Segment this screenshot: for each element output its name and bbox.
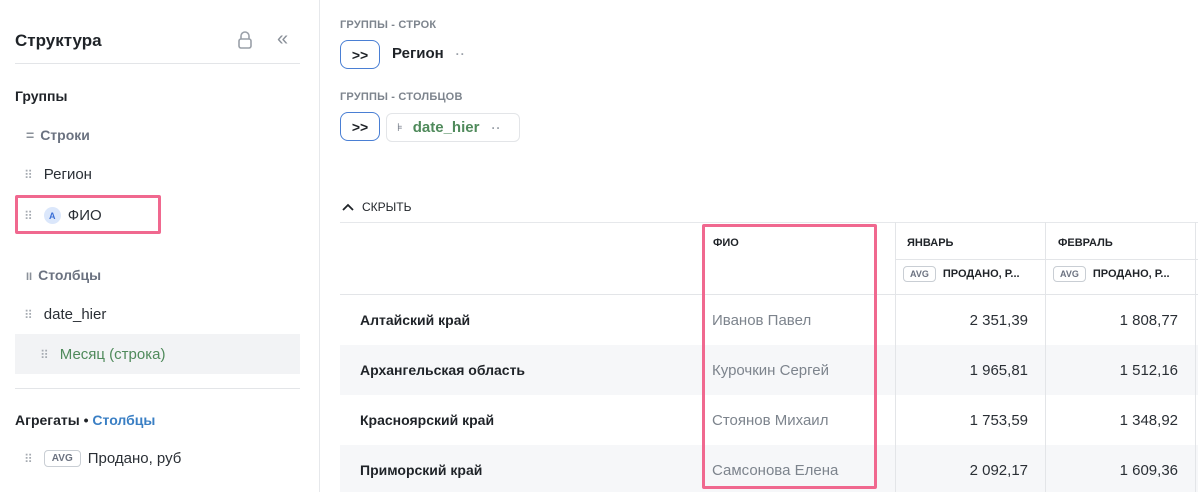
chevron-up-icon	[342, 199, 354, 214]
drag-handle-icon[interactable]: ⠿	[24, 169, 33, 181]
measure-label: ПРОДАНО, Р...	[1092, 268, 1170, 280]
lock-icon[interactable]	[237, 30, 253, 50]
hierarchy-icon: ⊧	[397, 122, 403, 134]
more-icon[interactable]: ··	[491, 121, 501, 135]
expand-row-groups-button[interactable]: >>	[340, 40, 380, 69]
aggregation-badge[interactable]: AVG	[43, 450, 81, 467]
sidebar-title: Структура	[15, 31, 102, 50]
columns-icon: II	[26, 271, 33, 283]
row-group-chip[interactable]: Регион ··	[392, 45, 466, 62]
january-value: 2 092,17	[969, 462, 1028, 479]
row-groups-label: ГРУППЫ - СТРОК	[340, 19, 437, 31]
highlight-box-fio	[15, 195, 161, 234]
column-group-chip[interactable]: ⊧ date_hier ··	[386, 113, 520, 142]
aggregates-heading: Агрегаты • Столбцы	[15, 412, 155, 428]
aggregation-badge: AVG	[903, 266, 936, 282]
sidebar-item-sold[interactable]: ⠿ AVG Продано, руб	[24, 450, 181, 467]
sidebar-item-month[interactable]: ⠿ Месяц (строка)	[15, 334, 300, 374]
region-cell: Красноярский край	[360, 412, 495, 428]
rows-label: Строки	[40, 127, 90, 143]
drag-handle-icon[interactable]: ⠿	[40, 349, 49, 361]
drag-handle-icon[interactable]: ⠿	[24, 453, 33, 465]
collapse-sidebar-icon[interactable]: «	[277, 28, 288, 50]
sidebar-item-label: Продано, руб	[87, 450, 182, 467]
january-value: 1 965,81	[969, 362, 1028, 379]
february-value: 1 808,77	[1119, 312, 1178, 329]
aggregates-separator: •	[83, 412, 89, 428]
column-group-label: date_hier	[412, 119, 480, 136]
january-value: 1 753,59	[969, 412, 1028, 429]
sidebar-item-label: Регион	[43, 166, 92, 183]
expand-column-groups-button[interactable]: >>	[340, 112, 380, 141]
february-value: 1 609,36	[1119, 462, 1178, 479]
header-divider	[895, 259, 1198, 260]
hide-label: СКРЫТЬ	[362, 199, 412, 214]
region-cell: Приморский край	[360, 462, 483, 478]
groups-heading: Группы	[15, 88, 68, 104]
hide-toggle[interactable]: СКРЫТЬ	[342, 199, 412, 214]
aggregates-label: Агрегаты	[15, 412, 80, 428]
column-divider	[895, 222, 896, 492]
february-value: 1 348,92	[1119, 412, 1178, 429]
january-value: 2 351,39	[969, 312, 1028, 329]
sidebar-divider	[15, 388, 300, 389]
measure-header-january[interactable]: AVG ПРОДАНО, Р...	[903, 266, 1020, 282]
aggregates-columns-label: Столбцы	[92, 412, 156, 428]
rows-icon: =	[26, 127, 35, 143]
columns-subheading: II Столбцы	[26, 267, 101, 283]
column-divider	[1195, 222, 1196, 492]
sidebar-item-date-hier[interactable]: ⠿ date_hier	[24, 306, 106, 323]
columns-label: Столбцы	[38, 267, 102, 283]
column-groups-label: ГРУППЫ - СТОЛБЦОВ	[340, 91, 463, 103]
drag-handle-icon[interactable]: ⠿	[24, 309, 33, 321]
rows-subheading: = Строки	[26, 127, 90, 143]
region-cell: Алтайский край	[360, 312, 471, 328]
column-divider	[1045, 222, 1046, 492]
aggregation-badge: AVG	[1053, 266, 1086, 282]
sidebar-header: Структура «	[15, 28, 300, 64]
highlight-box-fio-column	[702, 224, 877, 489]
measure-header-february[interactable]: AVG ПРОДАНО, Р...	[1053, 266, 1170, 282]
sidebar-item-label: Месяц (строка)	[59, 346, 166, 363]
measure-label: ПРОДАНО, Р...	[942, 268, 1020, 280]
region-cell: Архангельская область	[360, 362, 526, 378]
row-group-label: Регион	[392, 45, 444, 62]
sidebar-item-region[interactable]: ⠿ Регион	[24, 166, 92, 183]
structure-sidebar: Структура « Группы = Строки ⠿ Регион ⠿ A …	[0, 0, 320, 492]
sidebar-item-label: date_hier	[43, 306, 107, 323]
more-icon[interactable]: ··	[456, 47, 466, 61]
column-header-february[interactable]: ФЕВРАЛЬ	[1058, 237, 1113, 249]
column-header-january[interactable]: ЯНВАРЬ	[907, 237, 953, 249]
february-value: 1 512,16	[1119, 362, 1178, 379]
